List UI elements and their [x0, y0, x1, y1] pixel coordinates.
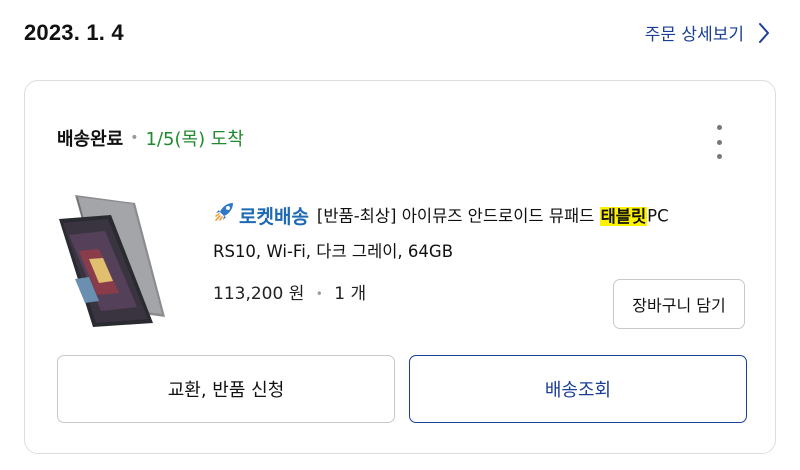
rocket-delivery-label: 로켓배송	[239, 206, 309, 228]
product-title-line-1[interactable]: 로켓배송 [반품-최상] 아이뮤즈 안드로이드 뮤패드 태블릿PC	[213, 199, 753, 235]
delivery-status: 배송완료 • 1/5(목) 도착	[57, 125, 244, 151]
product-image[interactable]	[55, 189, 175, 329]
rocket-icon	[213, 199, 237, 235]
product-price: 113,200 원	[213, 284, 305, 304]
chevron-right-icon	[758, 22, 770, 44]
add-to-cart-button[interactable]: 장바구니 담기	[613, 279, 745, 329]
status-label: 배송완료	[57, 129, 124, 150]
order-detail-link[interactable]: 주문 상세보기	[645, 20, 770, 45]
more-vertical-icon[interactable]	[713, 125, 725, 159]
product-title-line-2[interactable]: RS10, Wi-Fi, 다크 그레이, 64GB	[213, 235, 753, 269]
exchange-return-button[interactable]: 교환, 반품 신청	[57, 355, 395, 423]
price-separator: •	[315, 287, 323, 301]
product-quantity: 1 개	[334, 284, 367, 304]
product-title-highlight: 태블릿	[599, 206, 648, 226]
order-card: 배송완료 • 1/5(목) 도착 로켓배송 [반품-최상] 아이뮤즈 안드로이드…	[24, 80, 776, 454]
order-detail-label: 주문 상세보기	[644, 25, 744, 45]
order-date: 2023. 1. 4	[24, 20, 124, 45]
arrival-date: 1/5(목) 도착	[145, 129, 244, 150]
order-actions: 교환, 반품 신청 배송조회	[57, 355, 747, 423]
product-title-suffix: PC	[647, 206, 669, 226]
track-delivery-button[interactable]: 배송조회	[409, 355, 747, 423]
product-title-prefix: [반품-최상] 아이뮤즈 안드로이드 뮤패드	[316, 206, 600, 226]
status-separator: •	[130, 130, 139, 146]
rocket-delivery-badge: 로켓배송	[213, 199, 317, 235]
